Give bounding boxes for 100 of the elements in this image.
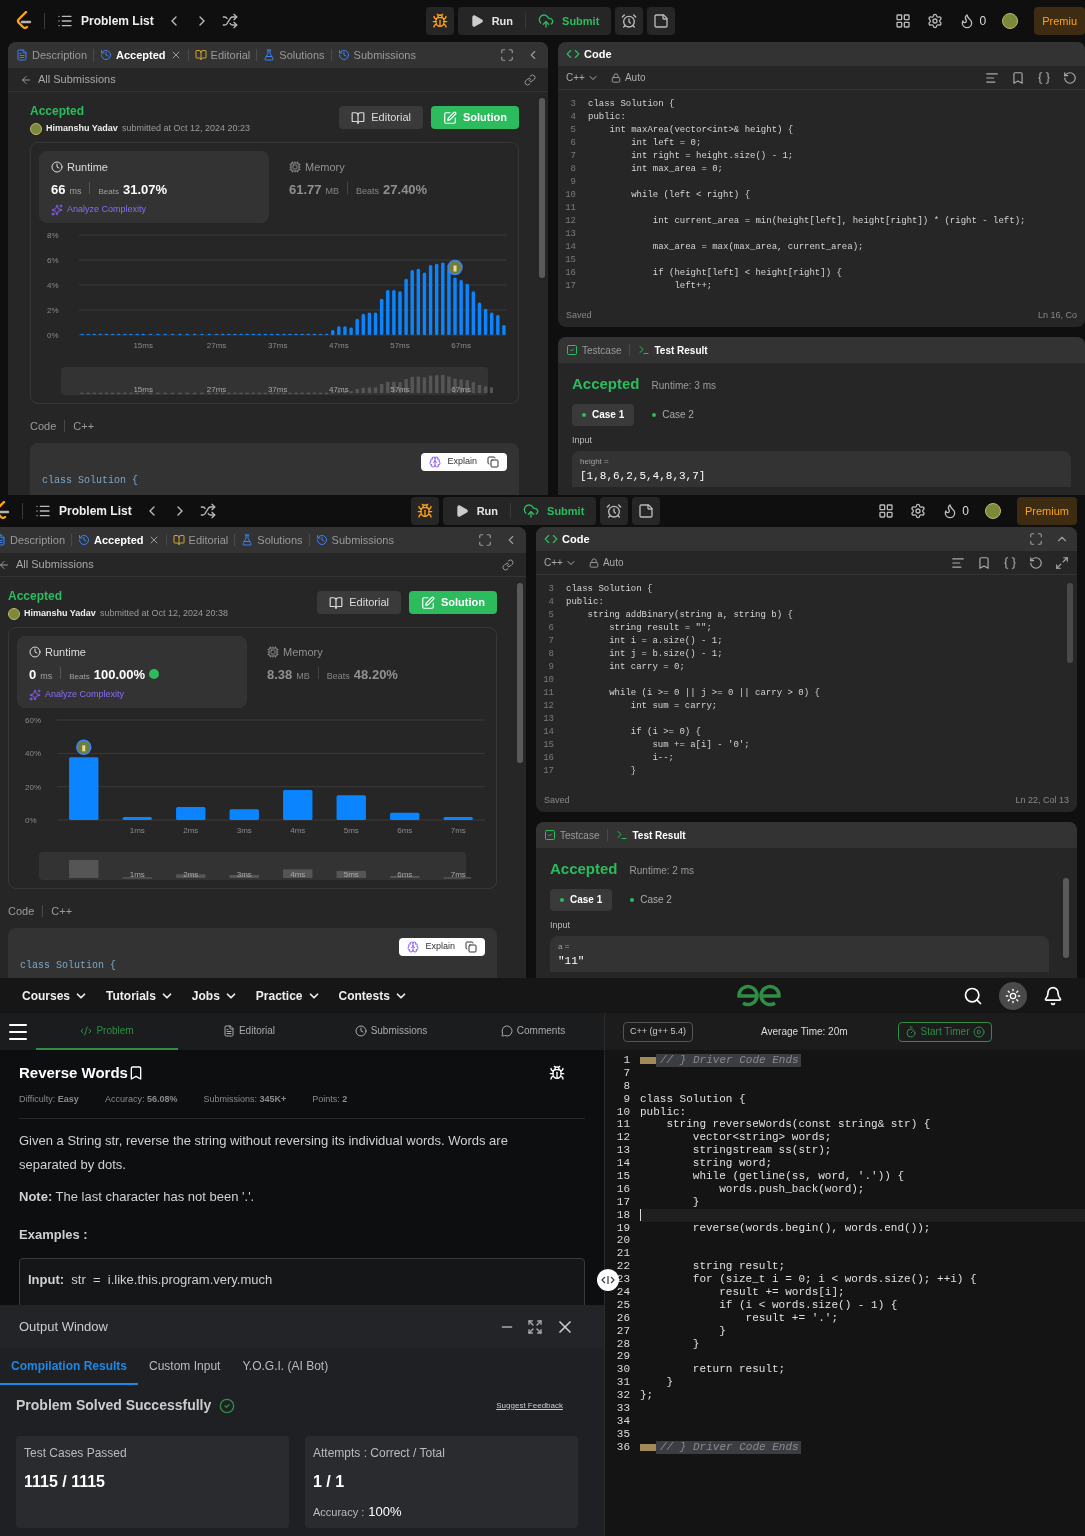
example-text: Input: str = i.like.this.program.very.much <box>28 1272 273 1287</box>
result-tab[interactable]: Test Result <box>616 827 686 843</box>
panel-tab[interactable]: Description <box>0 531 66 549</box>
explain-button[interactable]: Explain <box>421 452 507 471</box>
explain-button[interactable]: Explain <box>399 937 485 956</box>
language-select[interactable]: C++ (g++ 5.4) <box>623 1021 694 1042</box>
result-tab[interactable]: Testcase <box>566 342 622 358</box>
result-tab[interactable]: Testcase <box>544 827 600 843</box>
fullscreen-icon[interactable] <box>500 48 514 62</box>
braces-icon[interactable] <box>1037 70 1051 85</box>
nav-menu[interactable]: Contests <box>338 986 408 1005</box>
settings-icon[interactable] <box>927 13 944 29</box>
line-number: 10 <box>542 674 555 687</box>
timer-button[interactable] <box>615 7 644 35</box>
fold-marker-icon[interactable] <box>640 1056 656 1064</box>
format-icon[interactable] <box>951 555 965 570</box>
scrollbar[interactable] <box>1067 583 1073 663</box>
format-icon[interactable] <box>985 70 999 85</box>
problem-list-button[interactable]: Problem List <box>35 502 132 520</box>
editorial-button[interactable]: Editorial <box>317 591 401 614</box>
theme-toggle[interactable] <box>999 981 1027 1010</box>
code-line: class Solution { <box>42 473 139 488</box>
panel-tab[interactable]: Submissions <box>337 46 416 64</box>
case-tab[interactable]: Case 1 <box>550 888 613 911</box>
expand-icon[interactable] <box>527 1318 543 1335</box>
premium-button[interactable]: Premium <box>1017 497 1077 525</box>
shuffle-icon[interactable] <box>199 503 216 519</box>
notes-button[interactable] <box>632 497 661 525</box>
panel-tab[interactable]: Description <box>16 46 88 64</box>
grid-icon[interactable] <box>878 503 895 519</box>
bug-icon[interactable] <box>549 1065 565 1082</box>
problem-tab[interactable]: Comments <box>462 1013 604 1050</box>
back-arrow-icon[interactable] <box>20 73 32 86</box>
search-icon[interactable] <box>963 985 983 1006</box>
problem-tab[interactable]: Editorial <box>178 1013 320 1050</box>
suggest-feedback-link[interactable]: Suggest Feedback <box>496 1399 563 1412</box>
bookmark-icon[interactable] <box>1011 70 1025 85</box>
case-tab[interactable]: Case 1 <box>572 403 635 426</box>
problem-tab[interactable]: Submissions <box>320 1013 462 1050</box>
grid-icon[interactable] <box>895 13 912 29</box>
author-name[interactable]: Himanshu Yadav <box>24 607 96 621</box>
link-icon[interactable] <box>524 73 536 86</box>
logo-icon[interactable] <box>16 11 32 31</box>
fullscreen-icon[interactable] <box>1029 532 1043 546</box>
problem-tab[interactable]: Problem <box>36 1013 178 1050</box>
language-select[interactable]: C++ <box>544 555 577 570</box>
expand-icon[interactable] <box>1055 555 1069 570</box>
link-icon[interactable] <box>502 558 514 571</box>
premium-button[interactable]: Premiu <box>1034 7 1085 35</box>
runtime-card[interactable]: Runtime 0 ms Beats 100.00% Analyze Complexity <box>17 636 247 708</box>
output-tab[interactable]: Y.O.G.I. (AI Bot) <box>231 1348 340 1385</box>
debug-button[interactable] <box>410 497 439 525</box>
panel-tab[interactable]: Solutions <box>263 46 325 64</box>
panel-tab[interactable]: Solutions <box>241 531 303 549</box>
editorial-button[interactable]: Editorial <box>339 106 423 129</box>
scrollbar[interactable] <box>539 98 545 278</box>
notification-icon[interactable] <box>1043 985 1063 1006</box>
output-tab[interactable]: Compilation Results <box>0 1348 138 1385</box>
bookmark-icon[interactable] <box>977 555 991 570</box>
histogram-bar <box>465 283 469 335</box>
all-submissions-link[interactable]: All Submissions <box>38 71 116 88</box>
fold-marker-icon[interactable] <box>640 1443 656 1451</box>
run-button[interactable]: Run <box>442 497 511 525</box>
shuffle-icon[interactable] <box>221 13 238 29</box>
braces-icon[interactable] <box>1003 555 1017 570</box>
y-axis-label: 6% <box>47 256 59 265</box>
timer-button[interactable] <box>600 497 629 525</box>
run-button[interactable]: Run <box>457 7 526 35</box>
logo-icon[interactable] <box>735 983 783 1008</box>
nav-menu[interactable]: Tutorials <box>106 986 174 1005</box>
notes-button[interactable] <box>647 7 676 35</box>
scrollbar[interactable] <box>517 583 523 763</box>
panel-tab[interactable]: Editorial <box>172 531 229 549</box>
runtime-card[interactable]: Runtime 66 ms Beats 31.07% Analyze Complexity <box>39 151 269 223</box>
output-tab[interactable]: Custom Input <box>138 1348 232 1385</box>
scrollbar[interactable] <box>1063 878 1069 958</box>
panel-tab[interactable]: Editorial <box>194 46 251 64</box>
all-submissions-link[interactable]: All Submissions <box>16 556 94 573</box>
case-tab[interactable]: Case 2 <box>642 403 704 426</box>
settings-icon[interactable] <box>910 503 927 519</box>
start-timer-button[interactable]: Start Timer <box>897 1021 993 1042</box>
problem-list-button[interactable]: Problem List <box>57 12 154 30</box>
panel-tab[interactable]: Submissions <box>315 531 394 549</box>
back-arrow-icon[interactable] <box>0 558 10 571</box>
language-select[interactable]: C++ <box>566 70 599 85</box>
panel-tab[interactable]: Accepted <box>78 531 144 549</box>
result-tab[interactable]: Test Result <box>638 342 708 358</box>
submit-button[interactable]: Submit <box>511 497 597 525</box>
submit-button[interactable]: Submit <box>526 7 612 35</box>
case-tab[interactable]: Case 2 <box>620 888 682 911</box>
reset-icon[interactable] <box>1029 555 1043 570</box>
author-name[interactable]: Himanshu Yadav <box>46 122 118 136</box>
nav-menu[interactable]: Courses <box>22 986 89 1005</box>
debug-button[interactable] <box>425 7 454 35</box>
nav-menu[interactable]: Practice <box>255 986 321 1005</box>
badge-icon <box>149 669 160 680</box>
nav-menu[interactable]: Jobs <box>191 986 238 1005</box>
panel-tab[interactable]: Accepted <box>100 46 166 64</box>
reset-icon[interactable] <box>1063 70 1077 85</box>
fullscreen-icon[interactable] <box>478 533 492 547</box>
